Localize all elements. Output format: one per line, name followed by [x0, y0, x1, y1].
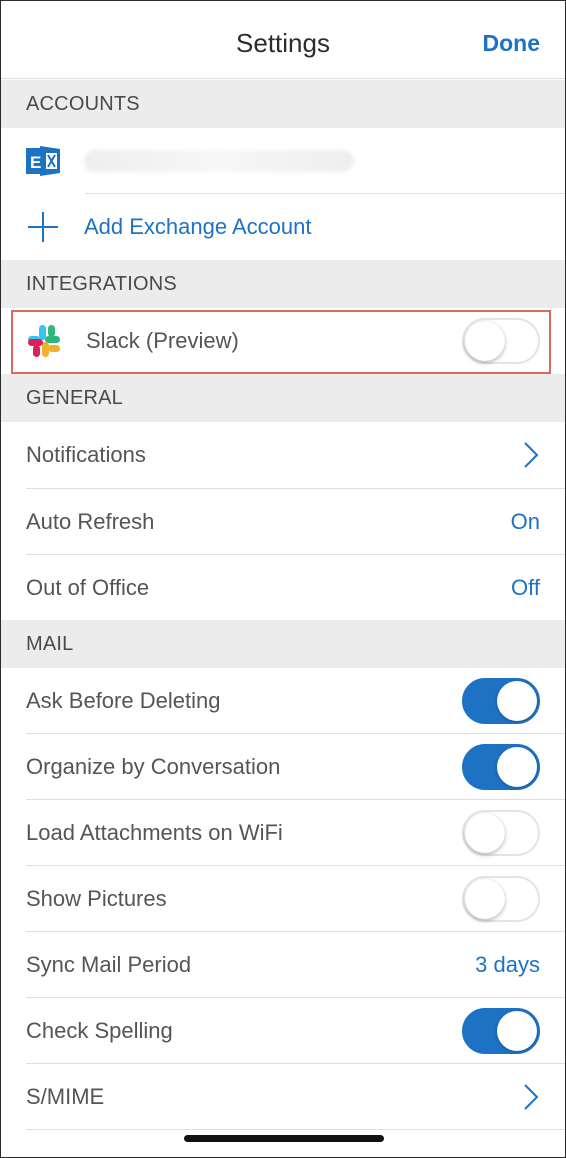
- toggle-knob: [497, 1010, 537, 1051]
- auto-refresh-row[interactable]: Auto Refresh On: [1, 489, 565, 554]
- divider: [26, 1129, 565, 1130]
- mail-row-load-attachments-on-wifi[interactable]: Load Attachments on WiFi: [1, 800, 565, 865]
- svg-text:E: E: [30, 153, 41, 172]
- out-of-office-row[interactable]: Out of Office Off: [1, 555, 565, 620]
- add-exchange-account-link[interactable]: Add Exchange Account: [84, 214, 540, 240]
- toggle-knob: [465, 878, 505, 919]
- organize-by-conversation-toggle[interactable]: [462, 743, 540, 790]
- mail-row-label: S/MIME: [26, 1083, 105, 1109]
- chevron-right-icon: [524, 442, 539, 468]
- slack-toggle[interactable]: [462, 318, 540, 364]
- auto-refresh-value: On: [510, 508, 540, 534]
- auto-refresh-label: Auto Refresh: [26, 508, 155, 534]
- mail-row-label: Show Pictures: [26, 885, 167, 911]
- mail-row-label: Check Spelling: [26, 1017, 173, 1043]
- section-header-mail: MAIL: [1, 620, 565, 668]
- sync-mail-period-value: 3 days: [475, 951, 540, 977]
- show-pictures-toggle[interactable]: [462, 875, 540, 922]
- slack-label: Slack (Preview): [86, 328, 239, 353]
- mail-row-check-spelling[interactable]: Check Spelling: [1, 998, 565, 1063]
- toggle-knob: [465, 321, 505, 361]
- slack-icon: [26, 323, 62, 359]
- mail-row-sync-mail-period[interactable]: Sync Mail Period 3 days: [1, 932, 565, 997]
- check-spelling-toggle[interactable]: [462, 1007, 540, 1054]
- load-attachments-on-wifi-toggle[interactable]: [462, 809, 540, 856]
- mail-row-label: Ask Before Deleting: [26, 687, 221, 713]
- done-button[interactable]: Done: [483, 30, 541, 57]
- toggle-knob: [497, 746, 537, 787]
- out-of-office-value: Off: [511, 574, 540, 600]
- page-title: Settings: [236, 28, 330, 58]
- slack-integration-row[interactable]: Slack (Preview): [1, 308, 565, 374]
- section-header-general: GENERAL: [1, 374, 565, 422]
- section-header-accounts: ACCOUNTS: [1, 80, 565, 128]
- section-header-integrations: INTEGRATIONS: [1, 260, 565, 308]
- mail-row-ask-before-deleting[interactable]: Ask Before Deleting: [1, 668, 565, 733]
- mail-row-organize-by-conversation[interactable]: Organize by Conversation: [1, 734, 565, 799]
- plus-icon: [26, 210, 60, 244]
- navigation-bar: Settings Done: [1, 1, 565, 79]
- mail-row-label: Sync Mail Period: [26, 951, 192, 977]
- mail-row-label: Load Attachments on WiFi: [26, 819, 283, 845]
- account-row[interactable]: E: [1, 128, 565, 194]
- add-exchange-account-row[interactable]: Add Exchange Account: [1, 194, 565, 260]
- toggle-knob: [465, 812, 505, 853]
- settings-screen: Settings Done ACCOUNTS E Add Exchange Ac…: [0, 0, 566, 1158]
- exchange-icon: E: [26, 144, 60, 178]
- home-indicator: [184, 1135, 384, 1142]
- mail-row-label: Organize by Conversation: [26, 753, 281, 779]
- chevron-right-icon: [524, 1083, 539, 1110]
- ask-before-deleting-toggle[interactable]: [462, 677, 540, 724]
- mail-row-s-mime[interactable]: S/MIME: [1, 1064, 565, 1129]
- toggle-knob: [497, 680, 537, 721]
- notifications-label: Notifications: [26, 442, 146, 467]
- account-email-redacted: [84, 150, 354, 172]
- notifications-row[interactable]: Notifications: [1, 422, 565, 488]
- mail-row-show-pictures[interactable]: Show Pictures: [1, 866, 565, 931]
- out-of-office-label: Out of Office: [26, 574, 150, 600]
